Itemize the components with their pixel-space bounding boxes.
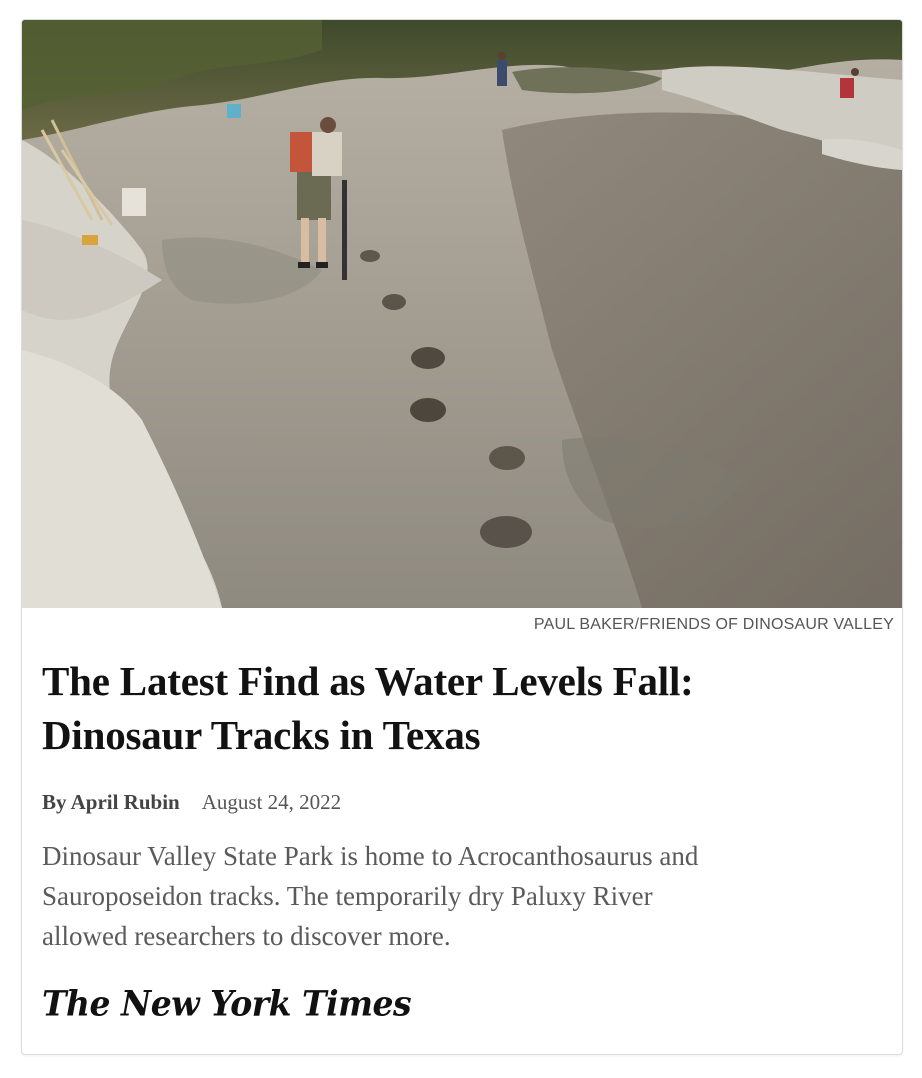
headline-line-2[interactable]: Dinosaur Tracks in Texas (42, 708, 882, 762)
publish-date: August 24, 2022 (201, 790, 342, 814)
nyt-logo[interactable]: The New York Times (42, 983, 412, 1024)
article-headline[interactable]: The Latest Find as Water Levels Fall: Di… (42, 654, 882, 762)
article-summary: Dinosaur Valley State Park is home to Ac… (42, 836, 892, 956)
article-photo[interactable] (22, 20, 902, 608)
summary-line-2: Sauroposeidon tracks. The temporarily dr… (42, 881, 653, 911)
article-card[interactable]: PAUL BAKER/FRIENDS OF DINOSAUR VALLEY Th… (21, 19, 903, 1055)
summary-line-1: Dinosaur Valley State Park is home to Ac… (42, 841, 699, 871)
byline-row: By April Rubin August 24, 2022 (42, 790, 341, 815)
headline-line-1[interactable]: The Latest Find as Water Levels Fall: (42, 654, 882, 708)
summary-line-3: allowed researchers to discover more. (42, 921, 451, 951)
photo-credit: PAUL BAKER/FRIENDS OF DINOSAUR VALLEY (533, 616, 894, 633)
byline: By April Rubin (42, 790, 180, 814)
